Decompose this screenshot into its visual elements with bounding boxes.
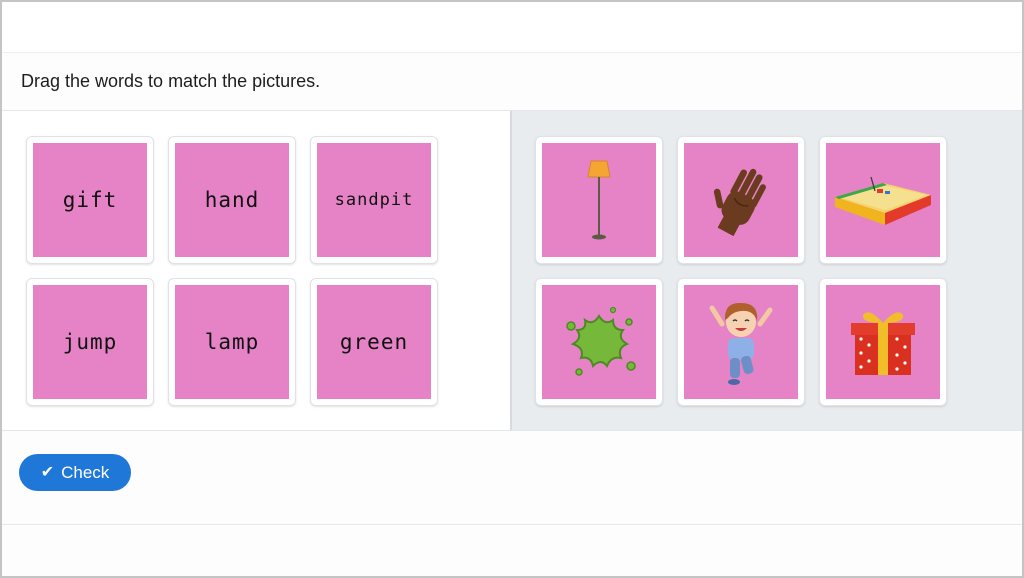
picture-card-green[interactable]: [535, 278, 663, 406]
footer-divider: [2, 524, 1022, 525]
lamp-icon: [587, 160, 611, 240]
green-splat-icon: [566, 306, 636, 376]
jumping-child-icon: [709, 302, 773, 385]
word-label: jump: [62, 330, 118, 354]
word-card-hand[interactable]: hand: [168, 136, 296, 264]
sandpit-icon: [835, 176, 931, 225]
matching-activity: gift hand sandpit jump lamp green: [2, 110, 1022, 431]
word-card-sandpit[interactable]: sandpit: [310, 136, 438, 264]
header-strip: [2, 2, 1022, 53]
word-label: sandpit: [334, 190, 414, 210]
picture-card-lamp[interactable]: [535, 136, 663, 264]
word-label: gift: [62, 188, 118, 212]
check-button[interactable]: ✔ Check: [19, 454, 131, 491]
activity-frame: Drag the words to match the pictures. gi…: [0, 0, 1024, 578]
word-card-gift[interactable]: gift: [26, 136, 154, 264]
hand-icon: [713, 168, 766, 237]
word-cards-grid: gift hand sandpit jump lamp green: [26, 136, 438, 406]
word-card-lamp[interactable]: lamp: [168, 278, 296, 406]
word-card-green[interactable]: green: [310, 278, 438, 406]
picture-card-sandpit[interactable]: [819, 136, 947, 264]
word-label: lamp: [204, 330, 260, 354]
check-button-label: Check: [61, 462, 110, 482]
words-panel: gift hand sandpit jump lamp green: [2, 111, 512, 430]
checkmark-icon: ✔: [40, 463, 55, 481]
picture-card-hand[interactable]: [677, 136, 805, 264]
picture-cards-grid: [535, 136, 947, 406]
picture-card-gift[interactable]: [819, 278, 947, 406]
word-label: hand: [204, 188, 260, 212]
word-label: green: [339, 330, 409, 354]
instruction-text: Drag the words to match the pictures.: [21, 71, 321, 91]
pictures-panel: [512, 111, 1022, 430]
word-card-jump[interactable]: jump: [26, 278, 154, 406]
gift-box-icon: [851, 312, 915, 375]
picture-card-jump[interactable]: [677, 278, 805, 406]
